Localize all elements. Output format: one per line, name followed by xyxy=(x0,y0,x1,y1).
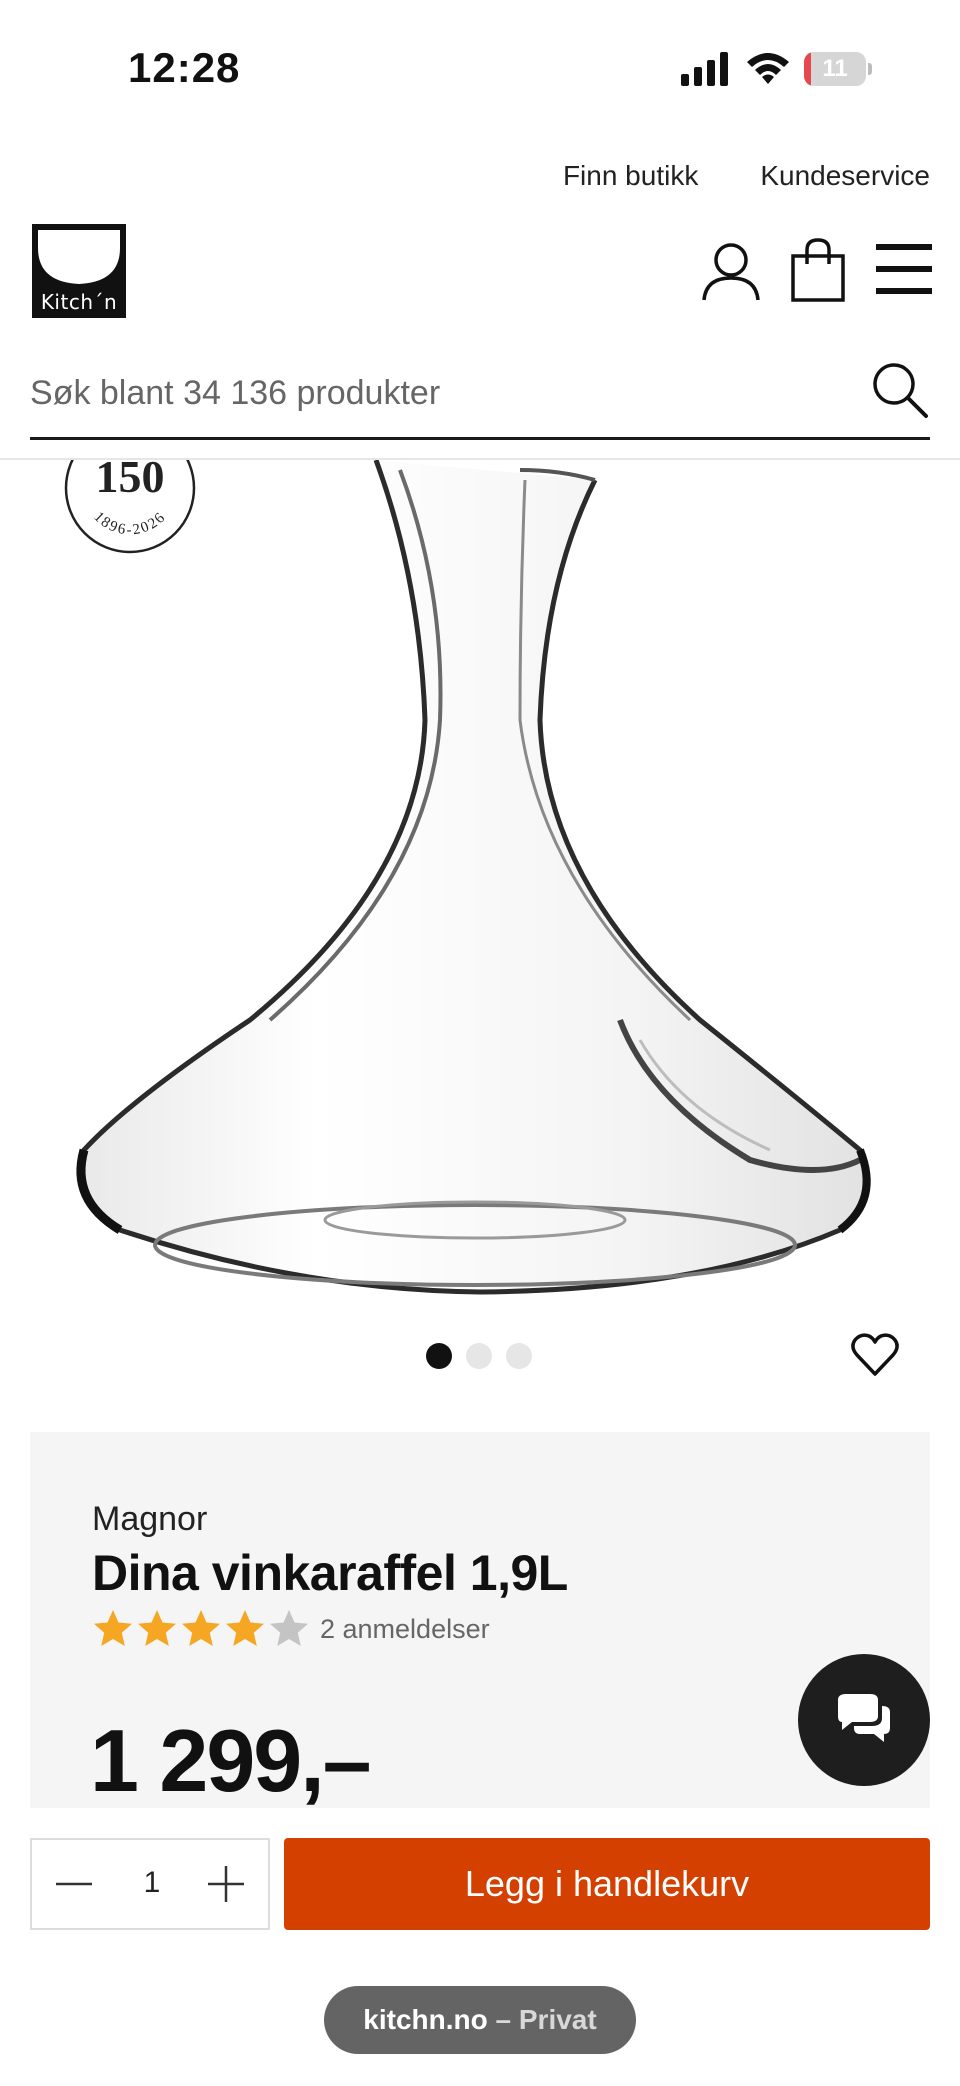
star-filled-icon xyxy=(138,1610,176,1646)
hamburger-menu-icon[interactable] xyxy=(874,242,934,296)
search-input[interactable] xyxy=(30,368,850,418)
decanter-image xyxy=(76,460,871,1295)
star-filled-icon xyxy=(182,1610,220,1646)
reviews-count[interactable]: 2 anmeldelser xyxy=(320,1614,490,1645)
customer-service-link[interactable]: Kundeservice xyxy=(760,160,930,192)
product-brand[interactable]: Magnor xyxy=(92,1500,207,1539)
carousel-dot[interactable] xyxy=(506,1343,532,1369)
top-links: Finn butikk Kundeservice xyxy=(563,160,930,192)
quantity-value[interactable]: 1 xyxy=(122,1866,182,1900)
status-bar: 12:28 11 xyxy=(0,0,960,130)
search-bar xyxy=(30,354,930,440)
status-time: 12:28 xyxy=(128,44,241,91)
carousel-dot[interactable] xyxy=(426,1343,452,1369)
url-private-mode: – Privat xyxy=(487,2004,597,2035)
chat-button[interactable] xyxy=(798,1654,930,1786)
signal-icon xyxy=(681,52,728,86)
search-icon[interactable] xyxy=(870,360,930,420)
plus-icon[interactable] xyxy=(204,1862,248,1906)
carousel-dot[interactable] xyxy=(466,1343,492,1369)
battery-level: 11 xyxy=(822,55,848,82)
star-filled-icon xyxy=(226,1610,264,1646)
star-filled-icon xyxy=(94,1610,132,1646)
product-title: Dina vinkaraffel 1,9L xyxy=(92,1545,568,1601)
minus-icon[interactable] xyxy=(52,1862,96,1906)
wifi-icon xyxy=(747,53,789,84)
rating-stars xyxy=(92,1608,312,1650)
kitchn-logo[interactable]: Kitch´n xyxy=(32,224,126,318)
url-domain: kitchn.no xyxy=(363,2004,488,2035)
product-image[interactable]: 150 1896-2026 xyxy=(0,460,960,1320)
heart-icon[interactable] xyxy=(850,1330,900,1378)
star-empty-icon xyxy=(270,1610,308,1646)
user-icon[interactable] xyxy=(700,240,762,302)
add-to-cart-button[interactable]: Legg i handlekurv xyxy=(284,1838,930,1930)
find-store-link[interactable]: Finn butikk xyxy=(563,160,698,192)
badge-number: 150 xyxy=(96,460,165,502)
product-rating[interactable]: 2 anmeldelser xyxy=(92,1608,490,1650)
quantity-stepper: 1 xyxy=(30,1838,270,1930)
product-info-panel: Magnor Dina vinkaraffel 1,9L 2 anmeldels… xyxy=(30,1432,930,1808)
chat-bubbles-icon xyxy=(838,1694,890,1742)
battery-icon: 11 xyxy=(804,52,872,86)
logo-text: Kitch´n xyxy=(40,290,118,314)
product-price: 1 299,– xyxy=(90,1711,372,1808)
carousel-dots xyxy=(426,1343,532,1369)
anniversary-badge: 150 1896-2026 xyxy=(62,460,198,556)
shopping-bag-icon[interactable] xyxy=(790,238,846,302)
browser-url-bar[interactable]: kitchn.no – Privat xyxy=(324,1986,636,2054)
